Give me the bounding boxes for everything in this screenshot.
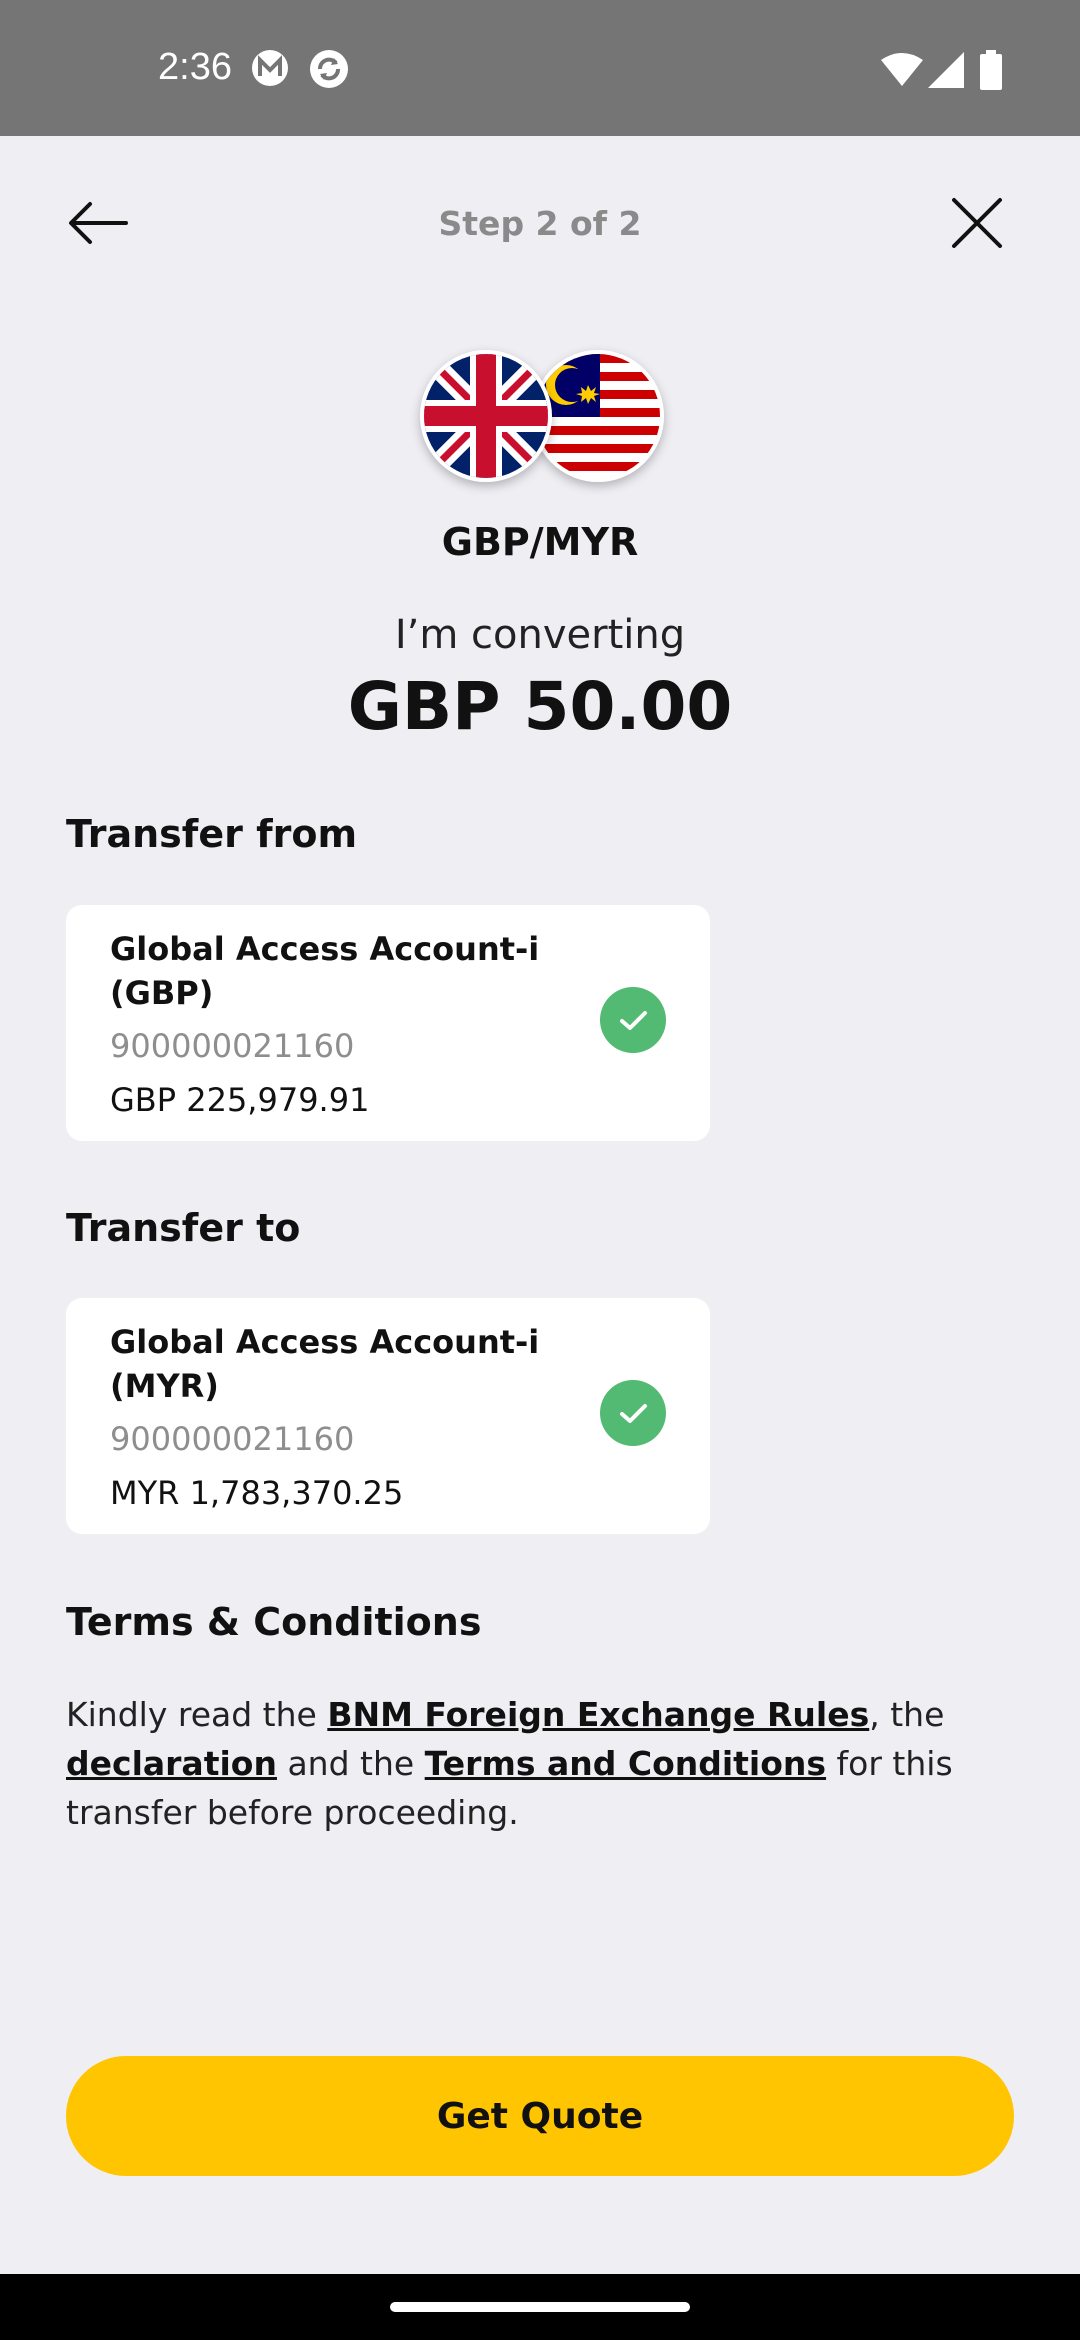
bnm-rules-link[interactable]: BNM Foreign Exchange Rules [327,1695,869,1734]
cell-signal-icon [928,52,964,88]
terms-text-part: Kindly read the [66,1695,328,1734]
check-circle-icon [600,987,666,1053]
app-header: Step 2 of 2 [0,136,1080,306]
converting-label: I’m converting [394,612,686,658]
wifi-icon [881,53,923,86]
account-number: 900000021160 [110,1027,355,1065]
currency-pair-label: GBP/MYR [441,520,639,564]
get-quote-button[interactable]: Get Quote [66,2056,1014,2176]
account-name: Global Access Account-i (MYR) [110,1323,540,1405]
terms-title: Terms & Conditions [66,1600,482,1644]
status-time: 2:36 [158,46,232,88]
declaration-link[interactable]: declaration [66,1744,277,1783]
close-button[interactable] [942,188,1012,258]
currency-flags [420,350,664,490]
account-balance: GBP 225,979.91 [110,1081,370,1119]
terms-and-conditions-link[interactable]: Terms and Conditions [425,1744,826,1783]
status-bar: 2:36 [0,0,1080,136]
terms-text-part: , the [869,1695,945,1734]
check-circle-icon [600,1380,666,1446]
converting-amount: GBP 50.00 [347,668,733,745]
account-balance: MYR 1,783,370.25 [110,1474,404,1512]
account-name: Global Access Account-i (GBP) [110,930,540,1012]
close-icon [952,198,1002,248]
sync-app-icon [310,50,348,88]
transfer-to-account-card[interactable]: Global Access Account-i (MYR) 9000000211… [66,1298,710,1534]
transfer-from-account-card[interactable]: Global Access Account-i (GBP) 9000000211… [66,905,710,1141]
terms-text-part: and the [276,1744,425,1783]
terms-text: Kindly read the BNM Foreign Exchange Rul… [66,1690,1026,1837]
home-indicator[interactable] [390,2302,690,2312]
system-nav-bar [0,2274,1080,2340]
account-number: 900000021160 [110,1420,355,1458]
transfer-to-title: Transfer to [66,1206,301,1250]
m-app-icon [252,50,288,86]
uk-flag-icon [420,350,552,482]
transfer-from-title: Transfer from [66,812,358,856]
battery-icon [980,50,1002,90]
step-indicator: Step 2 of 2 [438,204,642,243]
